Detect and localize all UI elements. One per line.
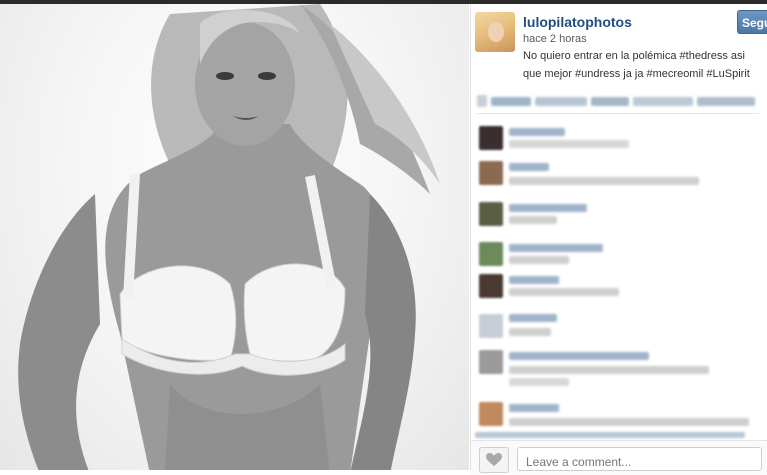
avatar[interactable] <box>475 12 515 52</box>
comment-item <box>475 202 765 232</box>
comment-item <box>475 126 765 156</box>
post-caption: No quiero entrar en la polémica #thedres… <box>523 50 750 80</box>
likes-list <box>477 91 759 114</box>
comment-item <box>475 274 765 304</box>
like-button[interactable] <box>479 447 509 473</box>
post-sidebar: lulopilatophotos Segu hace 2 horas No qu… <box>470 4 767 475</box>
post-photo[interactable] <box>0 4 469 470</box>
follow-button[interactable]: Segu <box>737 10 767 34</box>
comment-item <box>475 242 765 272</box>
comment-item <box>475 350 765 386</box>
comment-input[interactable] <box>517 447 762 471</box>
username-link[interactable]: lulopilatophotos <box>523 14 632 30</box>
photo-illustration <box>18 4 440 470</box>
comment-item <box>475 161 765 191</box>
comment-item <box>475 402 765 438</box>
avatar-face <box>488 22 504 42</box>
heart-icon <box>486 453 502 466</box>
comment-item <box>475 314 765 344</box>
post-timestamp: hace 2 horas <box>523 33 587 45</box>
